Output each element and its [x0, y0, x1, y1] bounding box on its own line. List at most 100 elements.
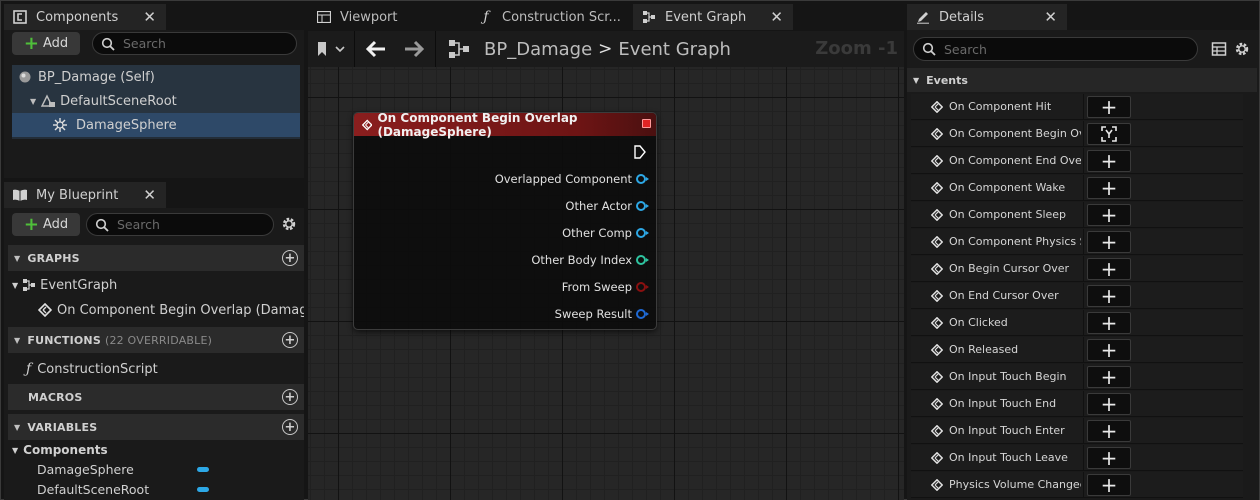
row-divider	[1083, 175, 1084, 201]
boolean-pin-icon[interactable]	[636, 282, 649, 292]
back-arrow-icon[interactable]	[366, 40, 386, 58]
forward-arrow-icon[interactable]	[404, 40, 424, 58]
pin-sweep-result[interactable]: Sweep Result	[554, 304, 649, 324]
pin-other-actor[interactable]: Other Actor	[565, 196, 649, 216]
tree-item-default-scene-root[interactable]: ▼ DefaultSceneRoot	[12, 89, 300, 113]
add-event-button[interactable]: +	[1087, 339, 1131, 361]
breadcrumb-blueprint[interactable]: BP_Damage	[484, 39, 592, 60]
breadcrumb-graph[interactable]: Event Graph	[618, 39, 731, 60]
event-label: On Component Physics State Changed	[949, 235, 1081, 248]
tab-construction-script[interactable]: ƒ Construction Scr...	[470, 4, 630, 30]
tab-details[interactable]: Details ✕	[907, 4, 1067, 30]
pin-label: Other Comp	[562, 226, 632, 240]
plus-icon: +	[1100, 149, 1118, 173]
close-icon[interactable]: ✕	[143, 186, 156, 204]
event-graph-item[interactable]: ▼ EventGraph	[8, 273, 304, 297]
add-event-button[interactable]: +	[1087, 420, 1131, 442]
row-divider	[1083, 148, 1084, 174]
variables-section-header[interactable]: ▼ VARIABLES +	[8, 414, 304, 440]
exec-output-pin[interactable]	[634, 145, 646, 159]
tree-item-self[interactable]: BP_Damage (Self)	[12, 65, 300, 89]
object-pin-icon[interactable]	[636, 201, 649, 211]
pin-label: Sweep Result	[554, 307, 632, 321]
add-macro-button[interactable]: +	[282, 389, 298, 405]
add-variable-button[interactable]: +	[282, 419, 298, 435]
add-event-button[interactable]: +	[1087, 258, 1131, 280]
viewport-icon	[316, 9, 332, 25]
details-search-input[interactable]: Search	[913, 37, 1198, 61]
functions-section-header[interactable]: ▼ FUNCTIONS (22 OVERRIDABLE) +	[8, 327, 304, 353]
pin-other-body-index[interactable]: Other Body Index	[531, 250, 649, 270]
event-node-begin-overlap[interactable]: On Component Begin Overlap (DamageSphere…	[353, 111, 657, 330]
gear-icon[interactable]	[280, 215, 298, 233]
add-graph-button[interactable]: +	[282, 250, 298, 266]
add-event-button[interactable]: +	[1087, 366, 1131, 388]
add-event-button[interactable]: +	[1087, 177, 1131, 199]
output-delegate-pin[interactable]	[642, 119, 651, 128]
row-divider	[1083, 202, 1084, 228]
add-member-button[interactable]: + Add	[12, 213, 80, 236]
macros-section-header[interactable]: MACROS +	[8, 384, 304, 410]
add-event-button[interactable]: +	[1087, 393, 1131, 415]
pin-from-sweep[interactable]: From Sweep	[562, 277, 649, 297]
add-event-button[interactable]: +	[1087, 204, 1131, 226]
event-label: On End Cursor Over	[949, 289, 1059, 302]
go-to-event-icon	[1101, 126, 1117, 142]
scene-root-icon	[41, 94, 56, 107]
event-diamond-icon	[38, 303, 52, 317]
plus-icon: +	[1100, 230, 1118, 254]
add-event-button[interactable]: +	[1087, 231, 1131, 253]
tab-viewport[interactable]: Viewport	[308, 4, 468, 30]
event-row: On Released +	[911, 337, 1243, 363]
my-blueprint-search-input[interactable]: Search	[86, 213, 274, 236]
close-icon[interactable]: ✕	[770, 8, 783, 26]
tab-components-label: Components	[36, 9, 119, 25]
close-icon[interactable]: ✕	[143, 8, 156, 26]
close-icon[interactable]: ✕	[1044, 8, 1057, 26]
macros-header-label: MACROS	[28, 390, 83, 404]
event-label: On Input Touch Leave	[949, 451, 1068, 464]
add-component-button[interactable]: + Add	[12, 32, 80, 55]
struct-pin-icon[interactable]	[636, 309, 649, 319]
events-category-header[interactable]: ▼ Events	[907, 68, 1257, 92]
add-event-button[interactable]: +	[1087, 474, 1131, 496]
add-event-button[interactable]: +	[1087, 150, 1131, 172]
tree-item-damage-sphere[interactable]: DamageSphere	[12, 113, 300, 137]
components-search-input[interactable]: Search	[92, 32, 297, 55]
variables-category-label: Components	[23, 443, 108, 457]
object-pin-icon[interactable]	[636, 174, 649, 184]
pin-overlapped-component[interactable]: Overlapped Component	[495, 169, 649, 189]
tab-my-blueprint[interactable]: My Blueprint ✕	[4, 182, 166, 208]
event-item-begin-overlap[interactable]: On Component Begin Overlap (DamageSphere…	[8, 298, 304, 322]
add-event-button[interactable]: +	[1087, 285, 1131, 307]
construction-script-item[interactable]: ƒ ConstructionScript	[8, 357, 304, 381]
event-label: Physics Volume Changed	[949, 478, 1081, 491]
tab-components[interactable]: Components ✕	[4, 4, 166, 30]
book-icon	[12, 187, 28, 203]
object-pin-icon[interactable]	[636, 228, 649, 238]
tab-event-graph[interactable]: Event Graph ✕	[633, 4, 793, 30]
table-view-icon[interactable]	[1211, 41, 1227, 57]
event-row: On Component Begin Overlap	[911, 121, 1243, 147]
go-to-event-button[interactable]	[1087, 123, 1131, 145]
gear-icon[interactable]	[1233, 40, 1251, 58]
integer-pin-icon[interactable]	[636, 255, 649, 265]
event-diamond-icon	[931, 100, 943, 113]
variable-item[interactable]: DefaultSceneRoot	[8, 479, 304, 499]
bookmark-dropdown-icon[interactable]	[316, 41, 346, 57]
pin-other-comp[interactable]: Other Comp	[562, 223, 649, 243]
add-event-button[interactable]: +	[1087, 96, 1131, 118]
event-row: On End Cursor Over +	[911, 283, 1243, 309]
variables-category-components[interactable]: ▼ Components	[8, 440, 304, 460]
event-diamond-icon	[931, 424, 943, 437]
add-function-button[interactable]: +	[282, 332, 298, 348]
event-label: On Component Begin Overlap	[949, 127, 1081, 140]
graph-canvas[interactable]: On Component Begin Overlap (DamageSphere…	[308, 67, 904, 500]
details-scrollbar[interactable]	[1245, 93, 1255, 499]
graphs-section-header[interactable]: ▼ GRAPHS +	[8, 245, 304, 271]
add-event-button[interactable]: +	[1087, 447, 1131, 469]
variable-item[interactable]: DamageSphere	[8, 459, 304, 479]
details-search-placeholder: Search	[944, 41, 987, 57]
add-event-button[interactable]: +	[1087, 312, 1131, 334]
event-label: On Component End Overlap	[949, 154, 1081, 167]
